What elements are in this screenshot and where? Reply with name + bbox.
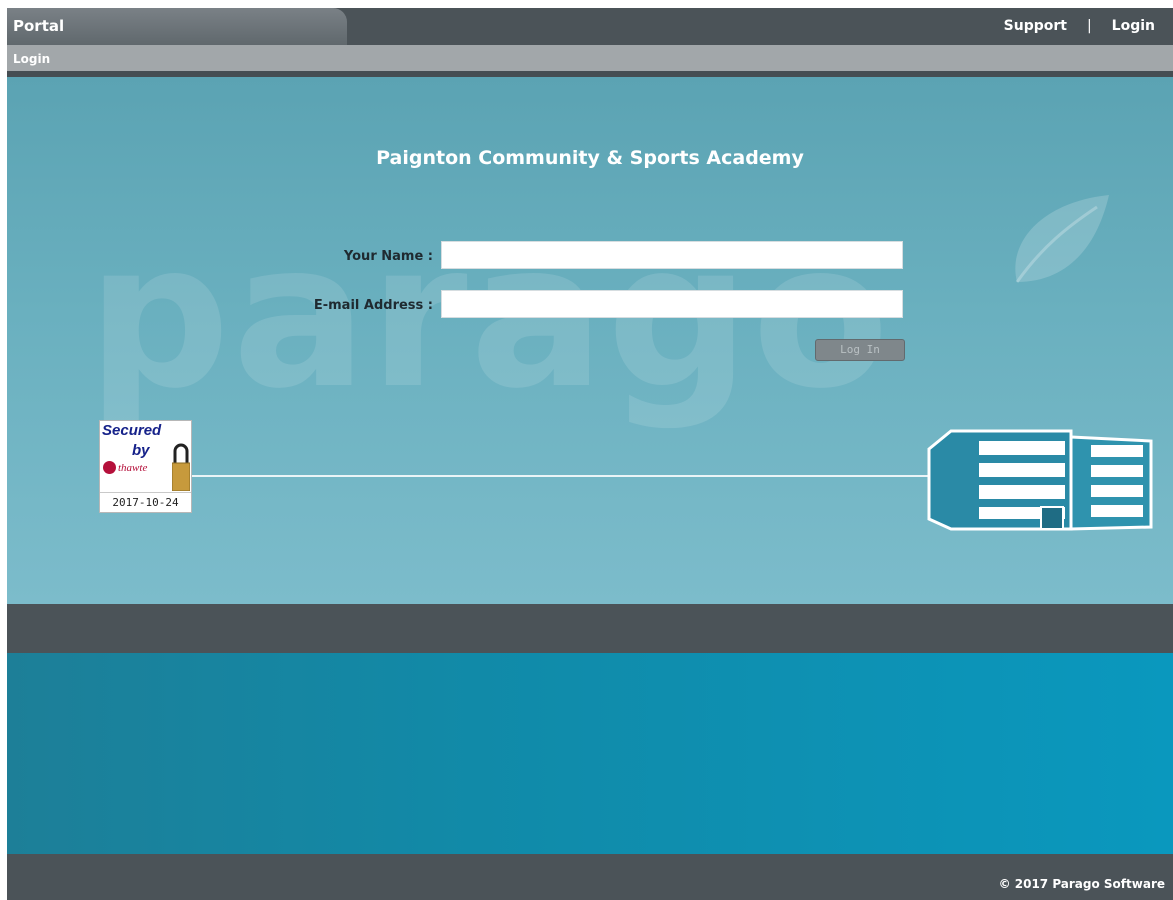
support-link[interactable]: Support xyxy=(1004,18,1067,34)
thawte-circle-icon xyxy=(103,461,116,474)
school-name-title: Paignton Community & Sports Academy xyxy=(376,147,804,169)
email-row: E-mail Address : xyxy=(7,290,1173,322)
thawte-brand-text: thawte xyxy=(118,461,148,474)
name-input[interactable] xyxy=(441,241,903,269)
login-link[interactable]: Login xyxy=(1112,18,1155,34)
badge-by-text: by xyxy=(132,442,150,459)
log-in-button[interactable]: Log In xyxy=(815,339,905,361)
connector-line xyxy=(190,475,930,477)
school-building-icon xyxy=(927,429,1153,531)
badge-date: 2017-10-24 xyxy=(100,492,191,513)
top-bar: Portal Support | Login xyxy=(7,8,1173,45)
email-input[interactable] xyxy=(441,290,903,318)
thawte-secured-badge[interactable]: Secured by thawte 2017-10-24 xyxy=(99,420,192,513)
dark-band xyxy=(7,604,1173,653)
copyright-text: © 2017 Parago Software xyxy=(998,877,1165,891)
name-label: Your Name : xyxy=(343,249,433,264)
badge-secured-text: Secured xyxy=(102,422,162,439)
top-links: Support | Login xyxy=(1004,18,1155,34)
breadcrumb-login: Login xyxy=(13,52,51,66)
teal-band xyxy=(7,653,1173,854)
breadcrumb-bar: Login xyxy=(7,45,1173,77)
login-panel: parago Paignton Community & Sports Acade… xyxy=(7,77,1173,604)
name-row: Your Name : xyxy=(7,241,1173,273)
page-frame: Portal Support | Login Login parago Paig… xyxy=(7,8,1173,900)
email-label: E-mail Address : xyxy=(313,298,433,313)
footer: © 2017 Parago Software xyxy=(7,854,1173,900)
link-separator: | xyxy=(1086,18,1092,34)
thawte-logo: thawte xyxy=(103,461,147,474)
padlock-icon xyxy=(172,443,190,491)
portal-label: Portal xyxy=(13,17,65,35)
portal-tab[interactable]: Portal xyxy=(7,8,347,45)
